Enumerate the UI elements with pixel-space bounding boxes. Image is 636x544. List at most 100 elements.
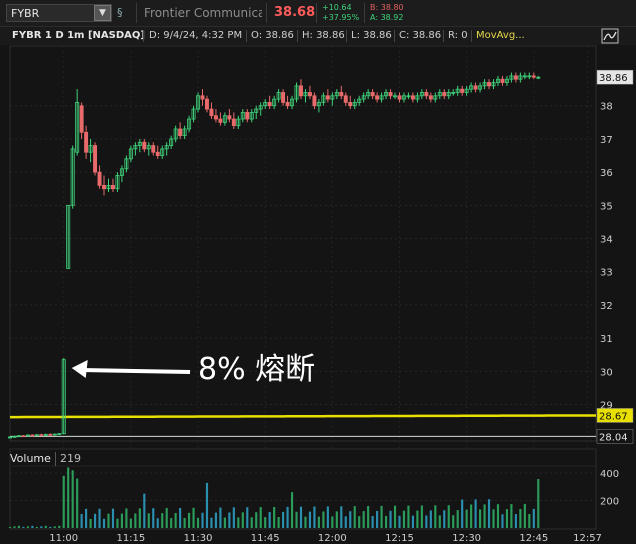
y-tick-label: 36 (600, 168, 613, 179)
x-tick-label: 12:57 (573, 533, 602, 544)
volume-bar (22, 526, 25, 528)
volume-bar (223, 517, 226, 528)
volume-bar (487, 499, 491, 528)
volume-bar (62, 475, 65, 528)
volume-bar (389, 510, 392, 528)
volume-bar (147, 513, 150, 528)
volume-bar (196, 517, 200, 528)
volume-bar (402, 510, 406, 528)
volume-bar (393, 505, 397, 528)
volume-bar (465, 509, 468, 528)
volume-bar (237, 517, 240, 528)
volume-bar (443, 510, 446, 528)
volume-bar (295, 511, 298, 528)
volume-bar (523, 503, 526, 528)
y-tick-label: 30 (600, 367, 613, 378)
volume-bar (380, 505, 383, 528)
candle-body (97, 171, 102, 186)
candle-body (348, 102, 353, 107)
price-chart[interactable]: 2930313233343536373820040011:00 11:15 11:3… (0, 0, 636, 544)
x-tick-label: 11:00 (49, 533, 78, 544)
volume-bar (255, 512, 258, 528)
volume-bar (429, 510, 432, 528)
volume-bar (138, 508, 141, 528)
candle-body (460, 88, 465, 93)
volume-bar (161, 513, 164, 528)
volume-bar (304, 516, 307, 528)
volume-bar (80, 513, 83, 528)
volume-bar (416, 510, 419, 528)
candle-body (473, 85, 478, 90)
volume-bar (205, 482, 209, 528)
volume-bar (76, 478, 79, 528)
candle-body (487, 82, 492, 87)
volume-bar (456, 510, 459, 528)
volume-tick-label: 200 (600, 497, 619, 508)
volume-bar (532, 508, 535, 528)
volume-bar (537, 479, 540, 528)
price-tags-layer: 38.86 28.67 28.04 (596, 69, 634, 444)
candle-body (424, 92, 429, 97)
volume-bar (478, 509, 482, 528)
volume-bar (26, 526, 29, 528)
volume-bar (264, 517, 267, 528)
volume-bar (510, 504, 513, 528)
volume-bar (353, 506, 356, 528)
volume-bar (474, 499, 477, 528)
volume-bar (44, 525, 47, 528)
volume-bar (125, 508, 128, 528)
volume-bar (286, 506, 289, 528)
volume-bar (250, 517, 253, 528)
volume-bar (134, 513, 137, 528)
low-price-tag: 28.04 (599, 432, 628, 443)
volume-bar (496, 504, 500, 528)
annotation-arrow-shaft (81, 367, 191, 374)
candle-body (30, 434, 35, 437)
volume-bar (58, 525, 61, 528)
volume-bar (362, 511, 365, 528)
volume-bar (335, 511, 338, 528)
volume-bar (317, 516, 320, 528)
candle-body (178, 128, 183, 137)
candle-body (531, 75, 536, 78)
candle-body (227, 115, 232, 120)
volume-bar (143, 493, 146, 528)
candle-body (267, 102, 272, 107)
candle-body (110, 185, 115, 190)
volume-bar (201, 512, 204, 528)
volume-bar (492, 509, 495, 528)
volume-bar (165, 508, 168, 528)
candle-body (410, 95, 415, 100)
candle-body (339, 92, 344, 97)
volume-bar (470, 504, 473, 528)
candle-body (218, 118, 223, 123)
last-price-tag: 38.86 (599, 73, 628, 84)
candle-body (312, 95, 317, 107)
volume-bar (384, 515, 388, 528)
volume-bar (31, 525, 34, 528)
y-tick-label: 34 (600, 235, 613, 246)
volume-bar (505, 509, 509, 528)
candle-body (155, 151, 160, 156)
candle-body (93, 145, 98, 173)
x-tick-label: 12:15 (385, 533, 414, 544)
volume-bar (371, 516, 374, 528)
volume-tick-label: 400 (600, 469, 619, 480)
candle-body (84, 131, 89, 153)
volume-bar (299, 506, 303, 528)
volume-bar (49, 526, 52, 528)
volume-bar (116, 518, 119, 528)
candle-body (200, 95, 205, 100)
volume-bar (71, 470, 74, 528)
x-tick-label: 11:45 (251, 533, 280, 544)
volume-bar (228, 512, 231, 528)
volume-bar (13, 526, 16, 528)
volume-bar (367, 506, 370, 528)
volume-bar (35, 526, 38, 528)
volume-bar (398, 515, 401, 528)
volume-bar (53, 526, 56, 528)
y-tick-label: 32 (600, 301, 613, 312)
volume-bar (8, 526, 12, 528)
volume-bar (183, 517, 186, 528)
candle-body (39, 434, 44, 437)
